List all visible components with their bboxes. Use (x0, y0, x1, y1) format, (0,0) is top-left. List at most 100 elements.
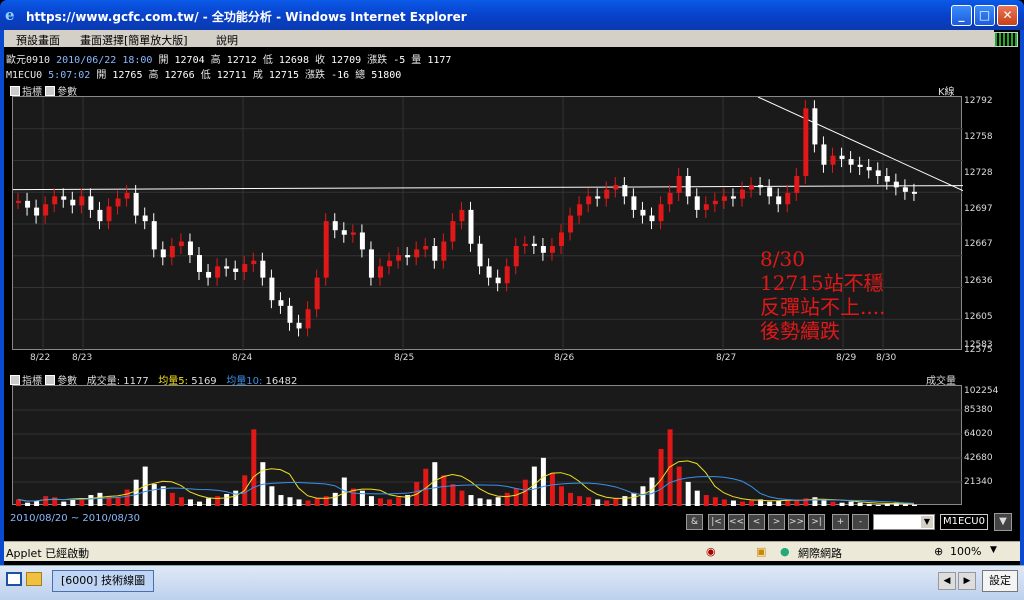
candle-body (749, 185, 755, 190)
zoom-in-button[interactable]: + (832, 514, 849, 530)
volume-bar (767, 501, 773, 506)
volume-bar (540, 457, 546, 506)
vol-indicator-toggle-icon[interactable] (10, 375, 20, 385)
privacy-icon[interactable]: ◉ (706, 545, 716, 558)
volume-bar (43, 496, 49, 506)
zoom-icon[interactable]: ⊕ (934, 545, 943, 558)
taskbar-next-button[interactable]: ▶ (958, 572, 976, 590)
ie-logo-icon: e (5, 6, 15, 24)
symbol-input[interactable]: M1ECU0 (940, 514, 988, 530)
indicator-toggle-icon[interactable] (10, 86, 20, 96)
show-desktop-icon[interactable] (6, 572, 22, 586)
candle-body (848, 159, 854, 165)
volume-bar (359, 490, 365, 506)
price-x-tick: 8/26 (554, 353, 575, 363)
annotation-text: 8/30 12715站不穩 反彈站不上.... 後勢續跌 (760, 247, 886, 343)
candle-body (830, 155, 836, 165)
period-select[interactable]: ▼ (873, 514, 935, 530)
maximize-button[interactable]: □ (974, 5, 995, 26)
grid-toggle-icon[interactable] (994, 32, 1018, 47)
candle-body (468, 209, 474, 244)
candle-body (197, 255, 202, 272)
volume-bar (423, 468, 429, 506)
minimize-button[interactable]: _ (951, 5, 972, 26)
zoom-level[interactable]: 100% (950, 545, 981, 558)
candle-body (486, 266, 492, 278)
nav-amp-button[interactable]: & (686, 514, 703, 530)
volume-bar (178, 497, 184, 506)
candle-body (106, 206, 112, 222)
candle-body (269, 277, 275, 301)
candle-body (568, 215, 574, 233)
volume-bar (70, 499, 76, 506)
volume-bar (16, 499, 21, 506)
candle-body (142, 215, 148, 222)
volume-bar (549, 473, 555, 506)
price-x-tick: 8/27 (716, 353, 737, 363)
price-x-tick: 8/30 (876, 353, 897, 363)
candle-body (115, 198, 121, 207)
menu-item-view-select[interactable]: 畫面選擇[簡單放大版] (80, 32, 188, 48)
nav-fast-back-button[interactable]: << (728, 514, 745, 530)
nav-forward-button[interactable]: > (768, 514, 785, 530)
title-bar: e https://www.gcfc.com.tw/ - 全功能分析 - Win… (0, 0, 1024, 30)
candle-body (785, 192, 791, 205)
menu-bar: 預設畫面 畫面選擇[簡單放大版] 說明 (4, 30, 994, 47)
volume-bar (812, 497, 818, 506)
candle-body (206, 271, 212, 278)
close-button[interactable]: ✕ (997, 5, 1018, 26)
vol-param-toggle-icon[interactable] (45, 375, 56, 385)
volume-bar (513, 488, 519, 506)
candle-body (866, 166, 872, 171)
candle-body (911, 191, 917, 194)
quote-row-2: M1ECU0 5:07:02 開 12765 高 12766 低 12711 成… (6, 70, 402, 81)
taskbar-prev-button[interactable]: ◀ (938, 572, 956, 590)
price-x-tick: 8/24 (232, 353, 253, 363)
volume-panel[interactable] (12, 385, 963, 506)
folder-icon[interactable] (26, 572, 42, 586)
price-y-tick: 12636 (964, 276, 993, 286)
volume-bar (830, 501, 836, 506)
volume-bar (875, 504, 881, 506)
taskbar-item-chart[interactable]: [6000] 技術線圖 (52, 570, 154, 592)
volume-bar (169, 492, 175, 506)
resistance-line (757, 96, 964, 192)
menu-item-help[interactable]: 說明 (216, 32, 238, 48)
menu-item-default-view[interactable]: 預設畫面 (16, 32, 60, 48)
price-x-tick: 8/23 (72, 353, 93, 363)
price-y-tick: 12792 (964, 96, 993, 106)
candle-body (133, 192, 139, 216)
volume-bar (215, 496, 221, 506)
candle-body (278, 300, 284, 306)
volume-bar (794, 500, 800, 506)
volume-bar (577, 496, 583, 506)
candle-body (902, 187, 908, 192)
volume-bar (233, 490, 239, 506)
candle-body (559, 232, 564, 247)
price-y-tick: 12697 (964, 204, 993, 214)
nav-first-button[interactable]: |< (708, 514, 725, 530)
param-toggle-icon[interactable] (45, 86, 56, 96)
nav-back-button[interactable]: < (748, 514, 765, 530)
volume-bar (61, 501, 67, 506)
volume-bar (559, 486, 564, 506)
volume-bar (740, 501, 745, 506)
volume-bar (441, 475, 447, 506)
security-icon[interactable]: ▣ (756, 545, 766, 558)
zoom-out-button[interactable]: - (852, 514, 869, 530)
volume-y-tick: 102254 (964, 386, 999, 396)
expand-button[interactable]: ▼ (994, 513, 1012, 531)
volume-bar (25, 502, 31, 506)
candle-body (604, 189, 610, 199)
volume-bar (685, 481, 691, 506)
zoom-dropdown-icon[interactable]: ▼ (990, 545, 997, 555)
candle-body (776, 196, 782, 205)
candle-body (631, 196, 637, 210)
nav-fast-forward-button[interactable]: >> (788, 514, 805, 530)
nav-last-button[interactable]: >| (808, 514, 825, 530)
volume-bar (640, 486, 646, 506)
candle-body (495, 277, 501, 284)
candle-body (758, 185, 764, 188)
volume-bar (332, 492, 338, 506)
settings-button[interactable]: 設定 (982, 570, 1018, 592)
